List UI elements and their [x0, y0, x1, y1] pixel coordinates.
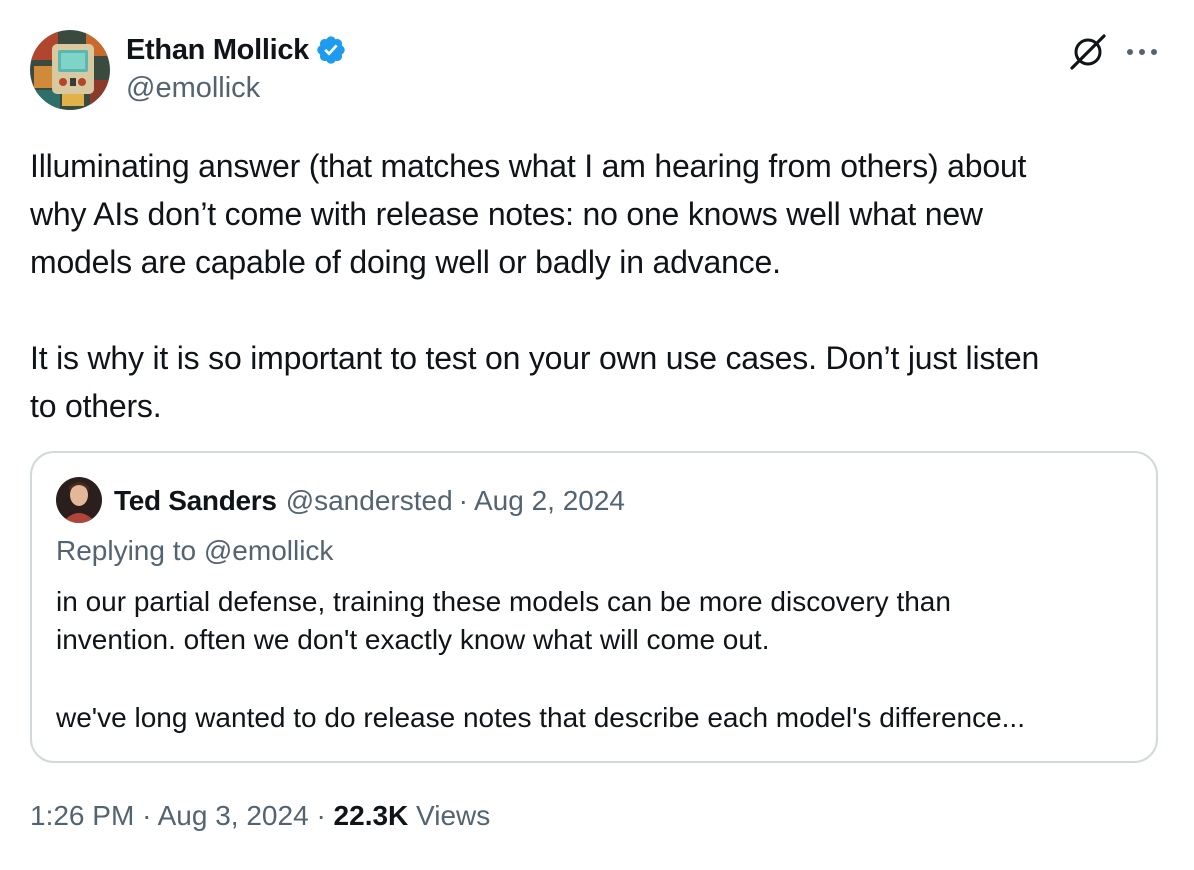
verified-badge-icon — [315, 34, 347, 66]
separator-dot: · — [458, 485, 468, 516]
author-handle[interactable]: @emollick — [126, 72, 260, 105]
separator-dot: · — [142, 800, 152, 831]
separator-dot: · — [316, 800, 326, 831]
quoted-tweet-date[interactable]: Aug 2, 2024 — [474, 485, 625, 517]
quoted-author-handle[interactable]: @sandersted — [286, 485, 453, 517]
tweet-line: models are capable of doing well or badl… — [30, 244, 781, 280]
author-avatar[interactable] — [30, 30, 110, 110]
tweet-line: Illuminating answer (that matches what I… — [30, 148, 1027, 184]
more-options-icon[interactable] — [1122, 34, 1162, 70]
views-label: Views — [416, 800, 491, 831]
replying-to-handle[interactable]: @emollick — [204, 535, 334, 566]
quoted-tweet-header: Ted Sanders @sandersted · Aug 2, 2024 — [114, 479, 625, 523]
author-display-name[interactable]: Ethan Mollick — [126, 34, 309, 67]
quoted-author-avatar[interactable] — [56, 477, 102, 523]
quoted-tweet-line: in our partial defense, training these m… — [56, 586, 951, 617]
quoted-tweet-card[interactable]: Ted Sanders @sandersted · Aug 2, 2024 Re… — [30, 451, 1158, 763]
quoted-tweet-text: in our partial defense, training these m… — [56, 583, 1136, 737]
author-name-row: Ethan Mollick — [126, 30, 347, 70]
quoted-author-name[interactable]: Ted Sanders — [114, 485, 277, 517]
grok-icon[interactable] — [1068, 32, 1108, 72]
tweet-date[interactable]: Aug 3, 2024 — [158, 800, 309, 831]
quoted-tweet-line: we've long wanted to do release notes th… — [56, 702, 1025, 733]
quoted-tweet-line: invention. often we don't exactly know w… — [56, 624, 770, 655]
views-count[interactable]: 22.3K — [334, 800, 409, 831]
tweet-line: to others. — [30, 388, 162, 424]
tweet-text: Illuminating answer (that matches what I… — [30, 142, 1170, 430]
tweet-time[interactable]: 1:26 PM — [30, 800, 134, 831]
replying-to: Replying to @emollick — [56, 535, 333, 567]
tweet: Ethan Mollick @emollick Illuminating ans… — [0, 0, 1194, 870]
tweet-line: It is why it is so important to test on … — [30, 340, 1040, 376]
tweet-meta: 1:26 PM · Aug 3, 2024 · 22.3K Views — [30, 800, 490, 832]
tweet-line: why AIs don’t come with release notes: n… — [30, 196, 983, 232]
replying-to-label: Replying to — [56, 535, 197, 566]
